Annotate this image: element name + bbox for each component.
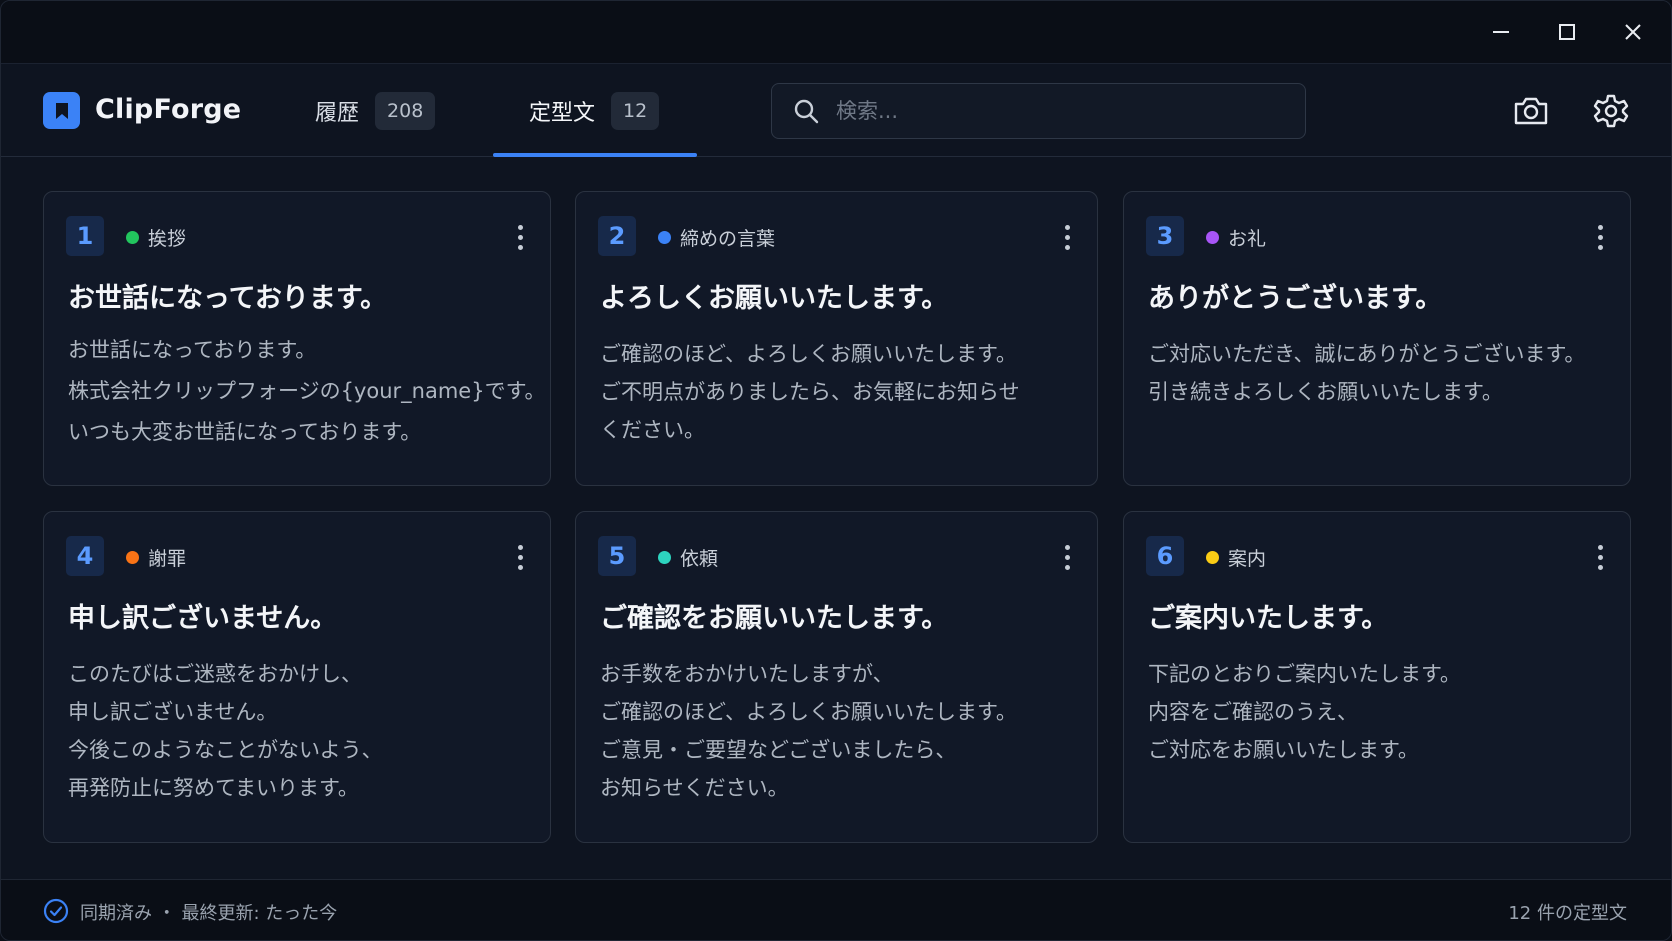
category-dot [126, 551, 139, 564]
card-category: 案内 [1228, 548, 1267, 570]
card-body: お世話になっております。 株式会社クリップフォージの{your_name}です。… [68, 330, 545, 453]
card-number: 3 [1146, 216, 1184, 256]
template-card[interactable]: 6 案内 ご案内いたします。 下記のとおりご案内いたします。 内容をご確認のうえ… [1123, 511, 1631, 843]
card-body: このたびはご迷惑をおかけし、 申し訳ございません。 今後このようなことがないよう… [68, 655, 383, 807]
sync-status: 同期済み ・ 最終更新: たった今 [80, 903, 338, 924]
card-title: よろしくお願いいたします。 [600, 283, 949, 314]
app-name: ClipForge [95, 94, 242, 125]
active-tab-indicator [493, 153, 697, 157]
minimize-button[interactable] [1483, 15, 1519, 49]
card-menu-button[interactable] [1590, 222, 1610, 252]
card-category: 謝罪 [148, 548, 187, 570]
card-body: 下記のとおりご案内いたします。 内容をご確認のうえ、 ご対応をお願いいたします。 [1148, 655, 1461, 769]
card-title: ありがとうございます。 [1148, 283, 1443, 314]
card-number: 6 [1146, 536, 1184, 576]
screenshot-button[interactable] [1508, 88, 1554, 134]
card-body-line: ご対応をお願いいたします。 [1148, 738, 1419, 762]
card-title: 申し訳ございません。 [68, 603, 338, 634]
maximize-icon [1559, 24, 1575, 40]
tab-templates-label: 定型文 [529, 101, 596, 126]
card-body-line: お手数をおかけいたしますが、 [600, 662, 894, 686]
card-title: ご案内いたします。 [1148, 603, 1389, 634]
card-number: 5 [598, 536, 636, 576]
settings-button[interactable] [1588, 88, 1634, 134]
template-card[interactable]: 3 お礼 ありがとうございます。 ご対応いただき、誠にありがとうございます。 引… [1123, 191, 1631, 486]
card-body-line: ご対応いただき、誠にありがとうございます。 [1148, 342, 1586, 366]
card-menu-button[interactable] [510, 222, 530, 252]
category-dot [1206, 551, 1219, 564]
category-dot [126, 231, 139, 244]
tab-templates[interactable]: 定型文 12 [529, 64, 660, 158]
card-body-line: このたびはご迷惑をおかけし、 [68, 662, 362, 686]
card-menu-button[interactable] [1590, 542, 1610, 572]
card-title: お世話になっております。 [68, 283, 388, 314]
template-card[interactable]: 1 挨拶 お世話になっております。 お世話になっております。 株式会社クリップフ… [43, 191, 551, 486]
card-body-line: ご確認のほど、よろしくお願いいたします。 [600, 700, 1017, 724]
card-body-line: ご不明点がありましたら、お気軽にお知らせ [600, 380, 1020, 404]
template-card[interactable]: 4 謝罪 申し訳ございません。 このたびはご迷惑をおかけし、 申し訳ございません… [43, 511, 551, 843]
app-header: ClipForge 履歴 208 定型文 12 [1, 63, 1671, 157]
card-body-line: 申し訳ございません。 [68, 700, 278, 724]
template-count: 12 件の定型文 [1508, 903, 1627, 924]
card-body-line: ご意見・ご要望などございましたら、 [600, 738, 957, 762]
title-bar [1, 1, 1671, 63]
card-body-line: 引き続きよろしくお願いいたします。 [1148, 380, 1503, 404]
template-card[interactable]: 2 締めの言葉 よろしくお願いいたします。 ご確認のほど、よろしくお願いいたしま… [575, 191, 1098, 486]
search-box[interactable] [771, 83, 1306, 139]
category-dot [1206, 231, 1219, 244]
logo-icon [43, 92, 80, 129]
category-dot [658, 551, 671, 564]
gear-icon [1593, 94, 1629, 128]
card-body: ご対応いただき、誠にありがとうございます。 引き続きよろしくお願いいたします。 [1148, 335, 1585, 411]
card-body-line: 今後このようなことがないよう、 [68, 738, 383, 762]
card-number: 1 [66, 216, 104, 256]
camera-icon [1514, 97, 1548, 125]
tab-history-label: 履歴 [315, 101, 360, 126]
tab-templates-count: 12 [611, 92, 660, 130]
card-body-line: 下記のとおりご案内いたします。 [1148, 662, 1461, 686]
card-body-line: ご確認のほど、よろしくお願いいたします。 [600, 342, 1017, 366]
card-menu-button[interactable] [1057, 222, 1077, 252]
card-category: お礼 [1228, 228, 1267, 250]
close-icon [1625, 24, 1641, 40]
tab-history[interactable]: 履歴 208 [315, 64, 436, 158]
card-body-line: お世話になっております。 [68, 338, 317, 362]
card-number: 2 [598, 216, 636, 256]
card-body: お手数をおかけいたしますが、 ご確認のほど、よろしくお願いいたします。 ご意見・… [600, 655, 1017, 807]
minimize-icon [1493, 31, 1509, 33]
close-button[interactable] [1615, 15, 1651, 49]
card-body: ご確認のほど、よろしくお願いいたします。 ご不明点がありましたら、お気軽にお知ら… [600, 335, 1020, 449]
card-menu-button[interactable] [1057, 542, 1077, 572]
card-body-line: ください。 [600, 418, 705, 442]
card-category: 挨拶 [148, 228, 187, 250]
template-card[interactable]: 5 依頼 ご確認をお願いいたします。 お手数をおかけいたしますが、 ご確認のほど… [575, 511, 1098, 843]
category-dot [658, 231, 671, 244]
card-body-line: 株式会社クリップフォージの{your_name}です。 [68, 379, 546, 403]
card-title: ご確認をお願いいたします。 [600, 603, 949, 634]
tab-history-count: 208 [375, 92, 436, 130]
app-window: ClipForge 履歴 208 定型文 12 1 挨拶 [0, 0, 1672, 941]
check-circle-icon [43, 898, 69, 924]
card-body-line: 内容をご確認のうえ、 [1148, 700, 1358, 724]
search-icon [794, 99, 819, 124]
search-input[interactable] [836, 99, 1276, 123]
status-bar: 同期済み ・ 最終更新: たった今 12 件の定型文 [1, 879, 1671, 940]
maximize-button[interactable] [1549, 15, 1585, 49]
card-number: 4 [66, 536, 104, 576]
card-body-line: お知らせください。 [600, 776, 789, 800]
card-category: 締めの言葉 [680, 228, 776, 250]
card-menu-button[interactable] [510, 542, 530, 572]
card-body-line: いつも大変お世話になっております。 [68, 420, 422, 444]
card-body-line: 再発防止に努めてまいります。 [68, 776, 359, 800]
card-category: 依頼 [680, 548, 719, 570]
